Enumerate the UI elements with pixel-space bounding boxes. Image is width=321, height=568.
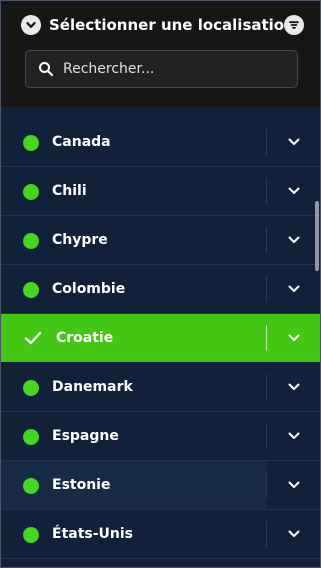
list-item-label: Croatie [56, 330, 114, 346]
list-item-canada[interactable]: Canada [1, 118, 320, 167]
status-dot [23, 429, 39, 445]
list-item-etats-unis[interactable]: États-Unis [1, 510, 320, 559]
list-item-croatie[interactable]: Croatie [1, 314, 320, 362]
status-dot [23, 282, 39, 298]
search-icon [39, 62, 54, 77]
list-item-label: Colombie [52, 281, 126, 297]
search-box[interactable] [25, 50, 298, 88]
status-dot [23, 233, 39, 249]
chevron-down-icon [288, 432, 299, 439]
chevron-down-icon [288, 383, 299, 390]
chevron-down-icon [288, 334, 299, 341]
filter-icon [289, 21, 299, 29]
status-dot [23, 527, 39, 543]
chevron-down-icon [288, 530, 299, 537]
scrollbar-thumb[interactable] [315, 201, 319, 271]
list-item-label: Danemark [52, 379, 133, 395]
status-dot [23, 135, 39, 151]
panel-title: Sélectionner une localisation [49, 16, 295, 34]
chevron-down-icon [288, 285, 299, 292]
checkmark-icon [24, 331, 42, 345]
chevron-down-icon [26, 22, 36, 28]
search-input[interactable] [63, 61, 297, 77]
list-item-label: Espagne [52, 428, 119, 444]
list-item-chili[interactable]: Chili [1, 167, 320, 216]
list-item-danemark[interactable]: Danemark [1, 363, 320, 412]
list-item-espagne[interactable]: Espagne [1, 412, 320, 461]
status-dot [23, 478, 39, 494]
header: Sélectionner une localisation [1, 1, 320, 107]
scrollbar-track[interactable] [310, 107, 320, 567]
list-item-label: Chili [52, 183, 87, 199]
list-item-estonie[interactable]: Estonie [1, 461, 320, 510]
hover-highlight [1, 461, 266, 509]
chevron-down-icon [288, 236, 299, 243]
collapse-button[interactable] [21, 15, 41, 35]
status-dot [23, 380, 39, 396]
list-item-label: Canada [52, 134, 111, 150]
list-item-chypre[interactable]: Chypre [1, 216, 320, 265]
filter-button[interactable] [284, 15, 304, 35]
chevron-down-icon [288, 187, 299, 194]
list-item-label: États-Unis [52, 526, 134, 542]
chevron-down-icon [288, 481, 299, 488]
list-item-colombie[interactable]: Colombie [1, 265, 320, 314]
status-dot [23, 184, 39, 200]
location-list: Canada Chili Chypre Colombie Croatie Dan… [1, 107, 320, 567]
list-item-label: Estonie [52, 477, 111, 493]
chevron-down-icon [288, 138, 299, 145]
location-picker-panel: Sélectionner une localisation Canada [0, 0, 321, 568]
list-item-label: Chypre [52, 232, 108, 248]
